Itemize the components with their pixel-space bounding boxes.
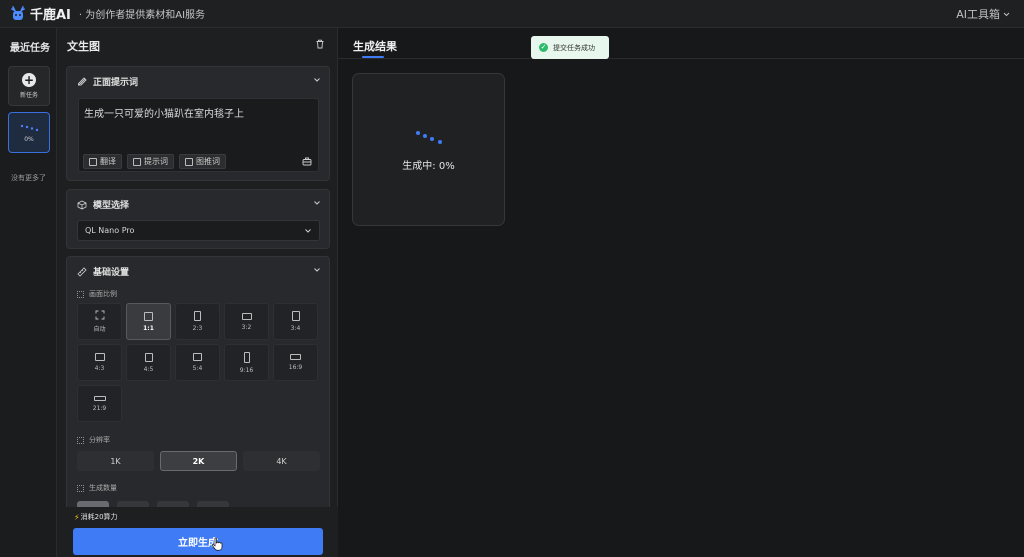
plus-icon: + — [22, 73, 36, 87]
cost-text: 消耗20算力 — [80, 513, 118, 521]
model-select[interactable]: QL Nano Pro — [77, 220, 320, 241]
ratio-shape-icon — [93, 395, 106, 401]
basic-settings-title: 基础设置 — [93, 268, 130, 278]
aspect-option-1-1[interactable]: 1:1 — [126, 303, 171, 340]
ratio-shape-icon — [243, 351, 250, 363]
task-progress: 0% — [24, 136, 34, 143]
ratio-shape-icon — [94, 353, 105, 361]
no-more-tasks: 没有更多了 — [11, 174, 46, 182]
brand-slogan: · 为创作者提供素材和AI服务 — [78, 10, 206, 21]
aspect-option-4-3[interactable]: 4:3 — [77, 344, 122, 381]
recent-tasks-sidebar: 最近任务 + 新任务 0% 没有更多了 — [0, 28, 57, 557]
loading-dots-icon — [416, 131, 442, 144]
aspect-option-3-2[interactable]: 3:2 — [224, 303, 269, 340]
ratio-shape-icon — [193, 353, 202, 361]
toast-text: 提交任务成功 — [553, 43, 595, 52]
loading-dots-icon — [20, 124, 39, 132]
model-card: 模型选择 QL Nano Pro — [66, 189, 330, 249]
resolution-option-1k[interactable]: 1K — [77, 451, 154, 471]
prompt-textarea[interactable]: 生成一只可爱的小猫趴在室内毯子上 翻译 提示词 图推词 — [78, 98, 319, 172]
chevron-down-icon[interactable] — [314, 268, 320, 272]
monitor-icon — [77, 436, 84, 444]
translate-icon — [89, 157, 97, 166]
aspect-option-3-4[interactable]: 3:4 — [273, 303, 318, 340]
expand-icon — [95, 310, 104, 320]
generate-button[interactable]: 立即生成 — [73, 528, 323, 555]
cube-icon — [77, 200, 87, 209]
model-select-value: QL Nano Pro — [85, 226, 135, 235]
resolution-option-4k[interactable]: 4K — [243, 451, 320, 471]
prompt-card-header[interactable]: 正面提示词 — [77, 75, 138, 88]
deer-logo-icon — [11, 5, 25, 20]
generation-status: 生成中: 0% — [402, 161, 455, 172]
book-icon — [133, 157, 141, 166]
ai-tools-menu[interactable]: AI工具箱 — [956, 6, 1010, 22]
logo[interactable]: 千鹿AI — [10, 4, 71, 23]
prompt-library-button[interactable]: 提示词 — [127, 154, 174, 169]
trash-icon[interactable] — [315, 39, 325, 49]
chevron-down-icon — [1003, 12, 1010, 16]
image-icon — [185, 157, 193, 166]
success-toast: ✓ 提交任务成功 — [531, 36, 609, 59]
panel-title: 文生图 — [67, 40, 100, 53]
model-card-header[interactable]: 模型选择 — [77, 198, 129, 211]
basic-settings-header[interactable]: 基础设置 — [77, 265, 129, 278]
ratio-shape-icon — [241, 312, 252, 320]
aspect-option-5-4[interactable]: 5:4 — [175, 344, 220, 381]
result-card[interactable]: 生成中: 0% — [352, 73, 505, 226]
aspect-option-21-9[interactable]: 21:9 — [77, 385, 122, 422]
ai-tools-label: AI工具箱 — [956, 8, 1000, 21]
basic-settings-card: 基础设置 画面比例 自动 1:1 2:3 3:2 3:4 4:3 4:5 5:4… — [66, 256, 330, 507]
aspect-option-auto[interactable]: 自动 — [77, 303, 122, 340]
grid-icon — [77, 484, 84, 492]
prompt-actions: 翻译 提示词 图推词 — [83, 154, 226, 169]
ratio-shape-icon — [144, 311, 153, 321]
ratio-shape-icon — [194, 311, 201, 321]
ratio-shape-icon — [291, 311, 300, 321]
check-circle-icon: ✓ — [539, 43, 548, 52]
generate-bar: ⚡ 消耗20算力 立即生成 — [57, 507, 338, 557]
aspect-option-16-9[interactable]: 16:9 — [273, 344, 318, 381]
ruler-icon — [77, 266, 87, 277]
aspect-ratio-label: 画面比例 — [77, 289, 117, 299]
count-label: 生成数量 — [77, 483, 117, 493]
cost-info: ⚡ 消耗20算力 — [74, 512, 118, 522]
tab-results[interactable]: 生成结果 — [353, 38, 397, 54]
resolution-label: 分辨率 — [77, 435, 110, 445]
aspect-option-2-3[interactable]: 2:3 — [175, 303, 220, 340]
tab-active-indicator — [362, 56, 384, 58]
quill-icon — [78, 76, 87, 86]
lightning-icon: ⚡ — [74, 512, 80, 522]
aspect-option-9-16[interactable]: 9:16 — [224, 344, 269, 381]
prompt-text: 生成一只可爱的小猫趴在室内毯子上 — [84, 109, 244, 120]
briefcase-icon[interactable] — [302, 156, 312, 166]
chevron-down-icon[interactable] — [314, 201, 320, 205]
ratio-shape-icon — [144, 352, 153, 362]
current-task-thumbnail[interactable]: 0% — [8, 112, 50, 153]
resolution-option-2k[interactable]: 2K — [160, 451, 237, 471]
model-card-title: 模型选择 — [93, 201, 130, 211]
chevron-down-icon[interactable] — [314, 78, 320, 82]
brand-name: 千鹿AI — [30, 8, 71, 23]
top-bar: 千鹿AI · 为创作者提供素材和AI服务 AI工具箱 — [0, 0, 1024, 28]
settings-panel: 文生图 正面提示词 生成一只可爱的小猫趴在室内毯子上 翻译 提示词 图推词 模型… — [57, 28, 338, 557]
translate-button[interactable]: 翻译 — [83, 154, 122, 169]
frame-icon — [77, 290, 84, 298]
hand-cursor-icon — [211, 537, 223, 551]
ratio-shape-icon — [290, 354, 301, 360]
new-task-label: 新任务 — [19, 92, 38, 99]
chevron-down-icon — [305, 229, 311, 233]
image-to-prompt-button[interactable]: 图推词 — [179, 154, 226, 169]
prompt-card: 正面提示词 生成一只可爱的小猫趴在室内毯子上 翻译 提示词 图推词 — [66, 66, 330, 181]
recent-tasks-title: 最近任务 — [10, 43, 50, 54]
results-header: 生成结果 — [338, 28, 1024, 59]
prompt-card-title: 正面提示词 — [93, 78, 139, 88]
new-task-button[interactable]: + 新任务 — [8, 66, 50, 106]
aspect-option-4-5[interactable]: 4:5 — [126, 344, 171, 381]
